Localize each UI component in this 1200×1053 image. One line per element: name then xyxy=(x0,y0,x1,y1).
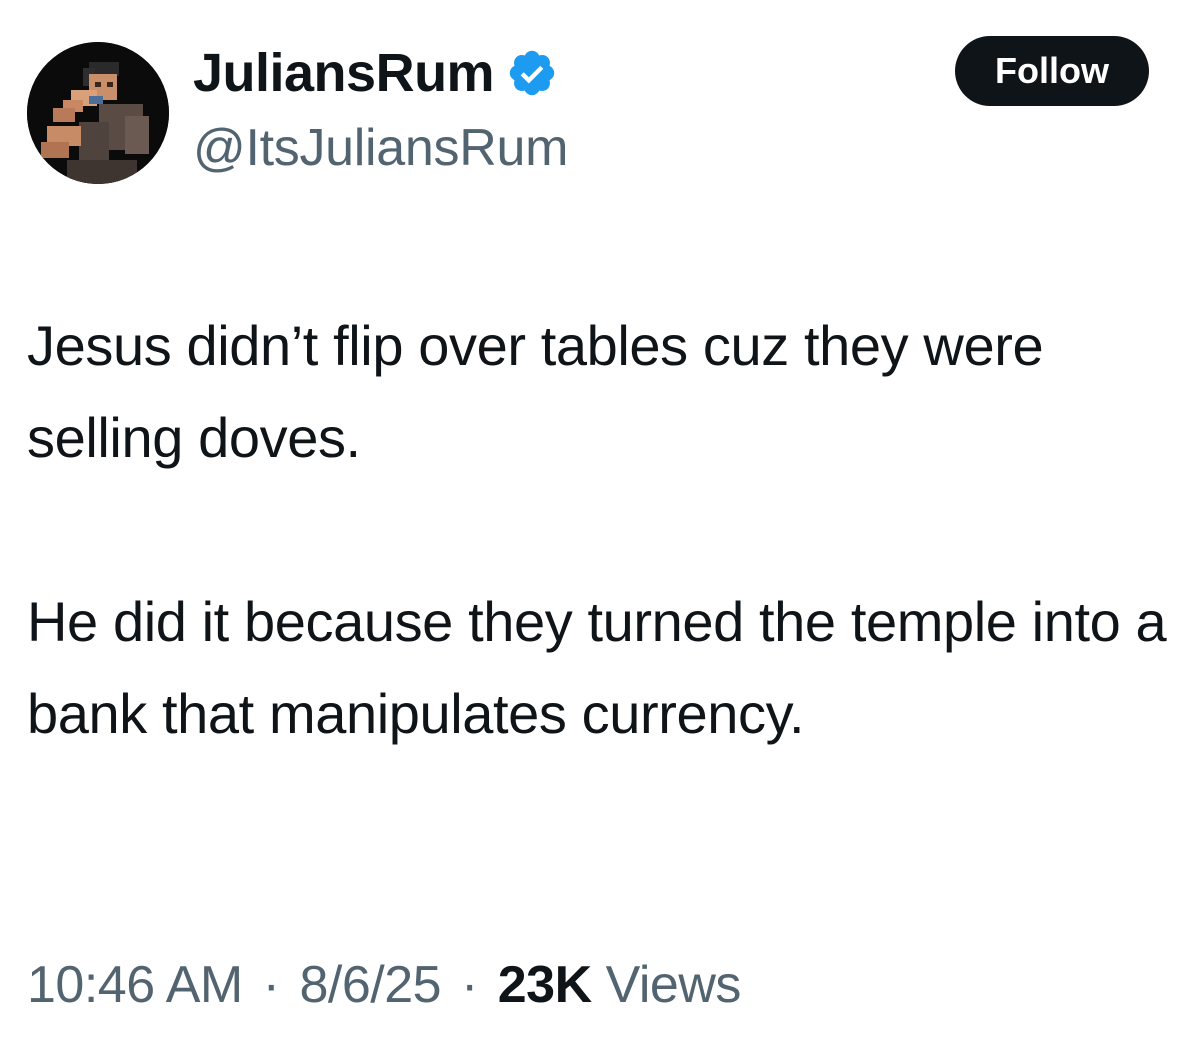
author-handle[interactable]: @ItsJuliansRum xyxy=(193,118,568,178)
views-label: Views xyxy=(605,956,742,1014)
display-name[interactable]: JuliansRum xyxy=(193,42,495,104)
views-count[interactable]: 23K xyxy=(498,956,592,1014)
follow-button[interactable]: Follow xyxy=(955,36,1149,106)
author-name-row: JuliansRum xyxy=(193,38,558,108)
pixel-art-avatar-icon xyxy=(27,42,169,184)
tweet-card: JuliansRum @ItsJuliansRum Follow Jesus d… xyxy=(0,0,1200,1053)
tweet-time[interactable]: 10:46 AM xyxy=(27,956,243,1014)
tweet-body: Jesus didn’t flip over tables cuz they w… xyxy=(27,300,1177,760)
tweet-paragraph: He did it because they turned the temple… xyxy=(27,590,1167,745)
meta-separator: · xyxy=(262,956,280,1014)
verified-badge-icon xyxy=(506,47,558,99)
tweet-meta: 10:46 AM · 8/6/25 · 23K Views xyxy=(27,945,741,1025)
tweet-paragraph: Jesus didn’t flip over tables cuz they w… xyxy=(27,314,1044,469)
meta-separator: · xyxy=(460,956,478,1014)
avatar[interactable] xyxy=(27,42,169,184)
tweet-date[interactable]: 8/6/25 xyxy=(299,956,441,1014)
